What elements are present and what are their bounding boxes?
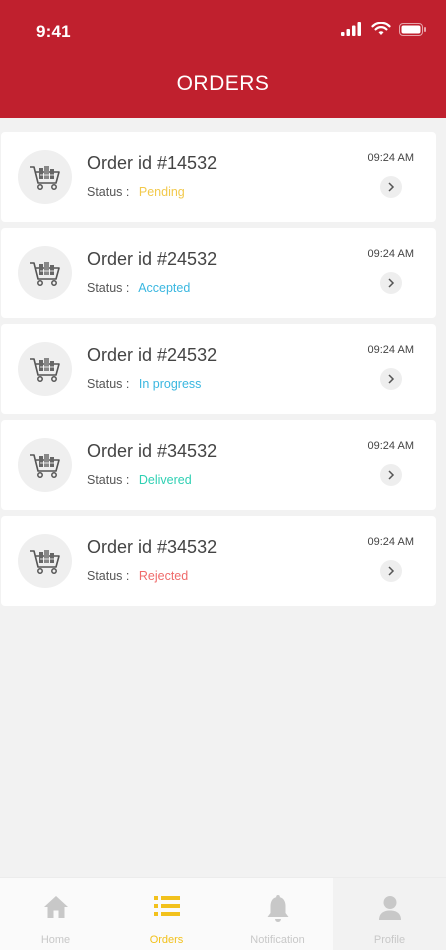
order-time: 09:24 AM (367, 440, 414, 452)
list-icon (153, 896, 180, 916)
status-time: 9:41 (36, 22, 71, 41)
shopping-cart-icon (30, 358, 60, 382)
order-time: 09:24 AM (367, 344, 414, 356)
home-icon (43, 896, 68, 918)
order-time: 09:24 AM (367, 536, 414, 548)
status-value: Rejected (138, 569, 189, 583)
bell-icon (267, 895, 288, 922)
order-status-line: Status : In progress (87, 377, 201, 391)
status-value: Pending (138, 185, 185, 199)
order-id: Order id #24532 (87, 345, 218, 365)
page-title: ORDERS (176, 72, 270, 95)
chevron-right-icon[interactable] (380, 464, 402, 486)
chevron-right-icon[interactable] (380, 176, 402, 198)
cart-avatar (18, 150, 72, 204)
cart-avatar (18, 534, 72, 588)
order-id: Order id #34532 (87, 441, 218, 461)
tab-label: Notification (250, 934, 305, 946)
tab-label: Profile (373, 934, 406, 946)
app-header: 9:41 ORDERS (0, 0, 446, 118)
status-label: Status : (87, 281, 130, 295)
order-id: Order id #34532 (87, 537, 218, 557)
order-status-line: Status : Rejected (87, 569, 188, 583)
bottom-tab-bar: Home Orders Notification Profile (0, 877, 446, 950)
user-icon (378, 896, 401, 920)
shopping-cart-icon (30, 550, 60, 574)
order-status-line: Status : Accepted (87, 281, 190, 295)
cart-avatar (18, 342, 72, 396)
wifi-icon (371, 22, 391, 35)
order-id: Order id #14532 (87, 153, 218, 173)
status-label: Status : (87, 473, 130, 487)
order-card[interactable]: Order id #14532 Status : Pending 09:24 A… (1, 132, 436, 222)
signal-icon (341, 22, 361, 36)
chevron-right-icon[interactable] (380, 368, 402, 390)
cart-avatar (18, 438, 72, 492)
order-status-line: Status : Delivered (87, 473, 192, 487)
status-label: Status : (87, 569, 130, 583)
status-icons (341, 22, 426, 36)
status-value: Delivered (138, 473, 192, 487)
order-id: Order id #24532 (87, 249, 218, 269)
order-card[interactable]: Order id #24532 Status : In progress 09:… (1, 324, 436, 414)
status-label: Status : (87, 377, 130, 391)
order-card[interactable]: Order id #34532 Status : Rejected 09:24 … (1, 516, 436, 606)
status-bar: 9:41 (0, 0, 446, 60)
status-label: Status : (87, 185, 130, 199)
order-status-line: Status : Pending (87, 185, 185, 199)
shopping-cart-icon (30, 454, 60, 478)
order-card[interactable]: Order id #34532 Status : Delivered 09:24… (1, 420, 436, 510)
battery-icon (399, 22, 426, 36)
chevron-right-icon[interactable] (380, 560, 402, 582)
status-value: In progress (138, 377, 202, 391)
shopping-cart-icon (30, 262, 60, 286)
order-time: 09:24 AM (367, 152, 414, 164)
cart-avatar (18, 246, 72, 300)
tab-label: Home (40, 934, 71, 946)
tab-home[interactable]: Home (0, 878, 111, 950)
shopping-cart-icon (30, 166, 60, 190)
status-value: Accepted (138, 281, 191, 295)
order-time: 09:24 AM (367, 248, 414, 260)
chevron-right-icon[interactable] (380, 272, 402, 294)
tab-label: Orders (149, 934, 184, 946)
tab-orders[interactable]: Orders (111, 878, 222, 950)
order-card[interactable]: Order id #24532 Status : Accepted 09:24 … (1, 228, 436, 318)
tab-profile[interactable]: Profile (333, 878, 446, 950)
tab-notification[interactable]: Notification (222, 878, 333, 950)
